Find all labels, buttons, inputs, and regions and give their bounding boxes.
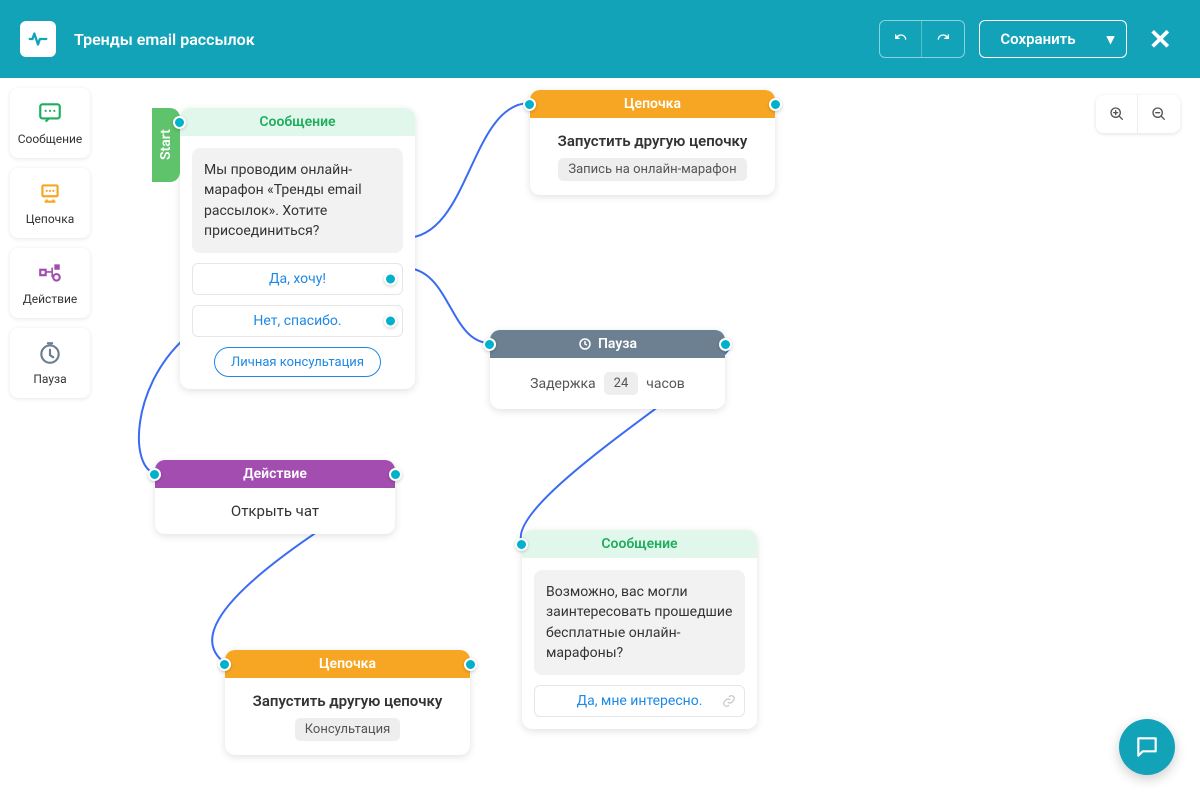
pause-suffix: часов [646,376,685,392]
reply-button-1[interactable]: Да, хочу! [192,263,403,295]
port-in[interactable] [148,468,161,481]
port-in[interactable] [173,116,186,129]
chain-tag: Консультация [295,718,400,741]
flow-canvas[interactable]: Start Сообщение Мы проводим онлайн-мараф… [0,78,1200,800]
chat-icon [1134,734,1160,760]
port-out[interactable] [384,315,397,328]
consultation-pill[interactable]: Личная консультация [214,347,381,377]
port-in[interactable] [515,538,528,551]
undo-button[interactable] [880,21,922,57]
node-subtitle: Запустить другую цепочку [239,692,456,710]
node-message-start[interactable]: Start Сообщение Мы проводим онлайн-мараф… [180,108,415,389]
chat-fab[interactable] [1119,719,1175,775]
message-text: Мы проводим онлайн-марафон «Тренды email… [192,148,403,253]
chain-tag: Запись на онлайн-марафон [558,158,746,181]
app-header: Тренды email рассылок Сохранить ▾ ✕ [0,0,1200,78]
undo-redo-group [879,20,965,58]
node-header: Пауза [490,330,725,358]
action-title: Открыть чат [169,502,381,520]
node-header: Цепочка [225,650,470,678]
port-in[interactable] [218,658,231,671]
save-group: Сохранить ▾ [979,20,1126,58]
reply-button[interactable]: Да, мне интересно. [534,685,745,717]
port-out[interactable] [384,273,397,286]
port-in[interactable] [523,98,536,111]
node-subtitle: Запустить другую цепочку [544,132,761,150]
node-chain-1[interactable]: Цепочка Запустить другую цепочку Запись … [530,90,775,195]
node-header: Сообщение [180,108,415,136]
port-in[interactable] [483,338,496,351]
reply-button-2[interactable]: Нет, спасибо. [192,305,403,337]
node-header: Цепочка [530,90,775,118]
app-logo [20,21,56,57]
node-message-2[interactable]: Сообщение Возможно, вас могли заинтересо… [522,530,757,729]
node-chain-2[interactable]: Цепочка Запустить другую цепочку Консуль… [225,650,470,755]
node-action[interactable]: Действие Открыть чат [155,460,395,534]
port-out[interactable] [464,658,477,671]
save-button[interactable]: Сохранить [980,21,1095,57]
port-out[interactable] [719,338,732,351]
page-title: Тренды email рассылок [74,30,255,49]
node-header: Действие [155,460,395,488]
save-dropdown[interactable]: ▾ [1096,21,1126,57]
close-button[interactable]: ✕ [1141,23,1180,56]
redo-button[interactable] [922,21,964,57]
node-pause[interactable]: Пауза Задержка 24 часов [490,330,725,409]
port-out[interactable] [769,98,782,111]
message-text: Возможно, вас могли заинтересовать проше… [534,570,745,675]
pause-value: 24 [604,372,639,395]
pause-prefix: Задержка [530,376,595,392]
clock-icon [578,337,592,351]
port-out[interactable] [389,468,402,481]
link-icon [722,694,736,708]
node-header: Сообщение [522,530,757,558]
